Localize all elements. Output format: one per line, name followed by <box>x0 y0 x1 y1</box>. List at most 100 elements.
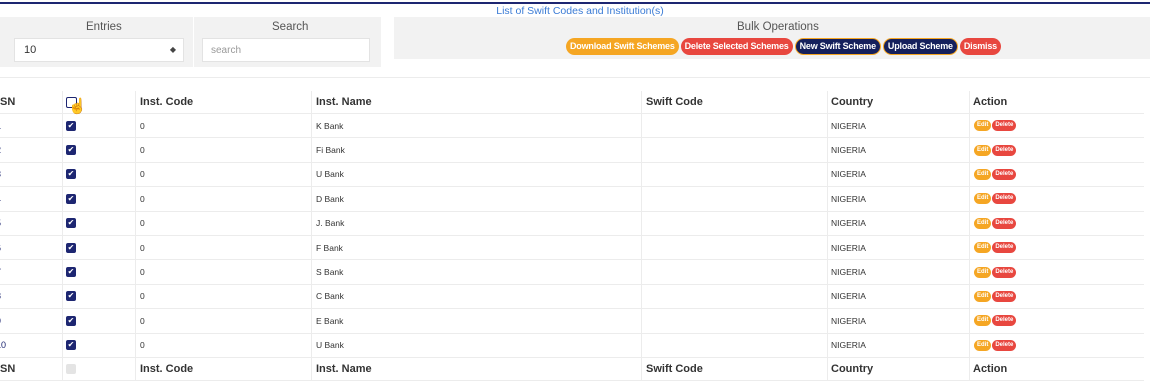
row-inst-name: F Bank <box>316 242 343 253</box>
delete-button[interactable]: Delete <box>992 193 1017 205</box>
header-sn[interactable]: SN <box>0 91 15 113</box>
col-divider <box>135 211 136 235</box>
delete-button[interactable]: Delete <box>992 144 1017 156</box>
row-inst-name: J. Bank <box>316 218 345 229</box>
check-icon: ✔ <box>66 145 76 156</box>
col-divider <box>311 211 312 235</box>
edit-button[interactable]: Edit <box>974 290 992 302</box>
row-inst-code: 0 <box>140 267 145 278</box>
col-divider <box>969 357 970 380</box>
edit-button[interactable]: Edit <box>974 217 992 229</box>
table-row: 9 ✔ 0 E Bank NIGERIA EditDelete <box>0 309 1144 334</box>
download-button[interactable]: Download Swift Schemes <box>566 38 679 55</box>
edit-button[interactable]: Edit <box>974 266 992 278</box>
col-divider <box>311 309 312 333</box>
upload-button[interactable]: Upload Scheme <box>882 38 958 55</box>
col-divider <box>311 91 312 113</box>
row-checkbox[interactable]: ✔ <box>66 187 76 210</box>
row-actions: Edit Delete <box>974 334 1017 357</box>
col-divider <box>641 309 642 333</box>
row-actions: Edit Delete <box>974 163 1017 186</box>
row-inst-code: 0 <box>140 218 145 229</box>
header-swift-code[interactable]: Swift Code <box>646 91 703 113</box>
row-checkbox[interactable]: ✔ <box>66 236 76 259</box>
row-country: NIGERIA <box>831 193 866 204</box>
row-inst-code: 0 <box>140 242 145 253</box>
row-sn: 2 <box>0 138 1 161</box>
row-sn: 10 <box>0 340 7 351</box>
row-checkbox[interactable]: ✔ <box>66 138 76 161</box>
row-checkbox[interactable]: ✔ <box>66 212 76 235</box>
swift-table: SN Inst. Code Inst. Name Swift Code Coun… <box>0 91 1144 381</box>
delete-button[interactable]: Delete <box>992 315 1017 327</box>
row-actions: Edit Delete <box>974 309 1017 332</box>
col-divider <box>641 162 642 187</box>
row-actions: Edit Delete <box>974 138 1017 161</box>
entries-select[interactable]: 10 ◆ <box>14 38 184 62</box>
dismiss-button[interactable]: Dismiss <box>959 38 1001 55</box>
entries-label: Entries <box>86 21 122 33</box>
row-sn: 8 <box>0 285 1 308</box>
delete-button[interactable]: Delete <box>992 120 1017 132</box>
delete-selected-button[interactable]: Delete Selected Schemes <box>680 38 793 55</box>
col-divider <box>641 91 642 113</box>
footer-checkbox <box>66 358 76 380</box>
table-row: 5 ✔ 0 J. Bank NIGERIA EditDelete <box>0 211 1144 236</box>
search-input[interactable] <box>202 38 370 62</box>
delete-button[interactable]: Delete <box>992 266 1017 278</box>
table-row: 4 ✔ 0 D Bank NIGERIA EditDelete <box>0 187 1144 212</box>
col-divider <box>311 187 312 211</box>
row-checkbox[interactable]: ✔ <box>66 163 76 186</box>
col-divider <box>135 235 136 260</box>
col-divider <box>135 357 136 380</box>
table-row: 1 ✔ 0 K Bank NIGERIA EditDelete <box>0 114 1144 139</box>
header-inst-code[interactable]: Inst. Code <box>140 91 193 113</box>
edit-button[interactable]: Edit <box>974 144 992 156</box>
delete-button[interactable]: Delete <box>992 339 1017 351</box>
edit-button[interactable]: Edit <box>974 120 992 132</box>
col-divider <box>311 235 312 260</box>
row-checkbox[interactable]: ✔ <box>66 309 76 332</box>
section-divider <box>0 77 1150 78</box>
col-divider <box>641 114 642 138</box>
row-actions: Edit Delete <box>974 236 1017 259</box>
edit-button[interactable]: Edit <box>974 242 992 254</box>
footer-inst-code: Inst. Code <box>140 362 194 375</box>
col-divider <box>827 211 828 235</box>
top-border <box>0 2 1150 4</box>
row-checkbox[interactable]: ✔ <box>66 114 76 137</box>
check-icon: ✔ <box>66 340 76 351</box>
row-sn: 5 <box>0 212 1 235</box>
col-divider <box>969 284 970 309</box>
edit-button[interactable]: Edit <box>974 193 992 205</box>
panel-divider <box>193 17 194 67</box>
header-action[interactable]: Action <box>973 91 1007 113</box>
row-sn: 3 <box>0 163 1 186</box>
row-inst-name: D Bank <box>316 193 344 204</box>
edit-button[interactable]: Edit <box>974 315 992 327</box>
col-divider <box>135 333 136 357</box>
col-divider <box>311 357 312 380</box>
row-inst-code: 0 <box>140 169 145 180</box>
col-divider <box>827 235 828 260</box>
new-scheme-button[interactable]: New Swift Scheme <box>794 38 881 55</box>
edit-button[interactable]: Edit <box>974 168 992 180</box>
row-inst-code: 0 <box>140 120 145 131</box>
delete-button[interactable]: Delete <box>992 168 1017 180</box>
edit-button[interactable]: Edit <box>974 339 992 351</box>
header-inst-name[interactable]: Inst. Name <box>316 91 372 113</box>
col-divider <box>827 357 828 380</box>
table-header-row: SN Inst. Code Inst. Name Swift Code Coun… <box>0 91 1144 114</box>
delete-button[interactable]: Delete <box>992 290 1017 302</box>
col-divider <box>969 309 970 333</box>
row-sn: 1 <box>0 114 1 137</box>
col-divider <box>311 138 312 162</box>
col-divider <box>827 162 828 187</box>
row-checkbox[interactable]: ✔ <box>66 334 76 357</box>
row-checkbox[interactable]: ✔ <box>66 285 76 308</box>
row-country: NIGERIA <box>831 169 866 180</box>
delete-button[interactable]: Delete <box>992 217 1017 229</box>
header-country[interactable]: Country <box>831 91 873 113</box>
row-checkbox[interactable]: ✔ <box>66 260 76 283</box>
delete-button[interactable]: Delete <box>992 242 1017 254</box>
